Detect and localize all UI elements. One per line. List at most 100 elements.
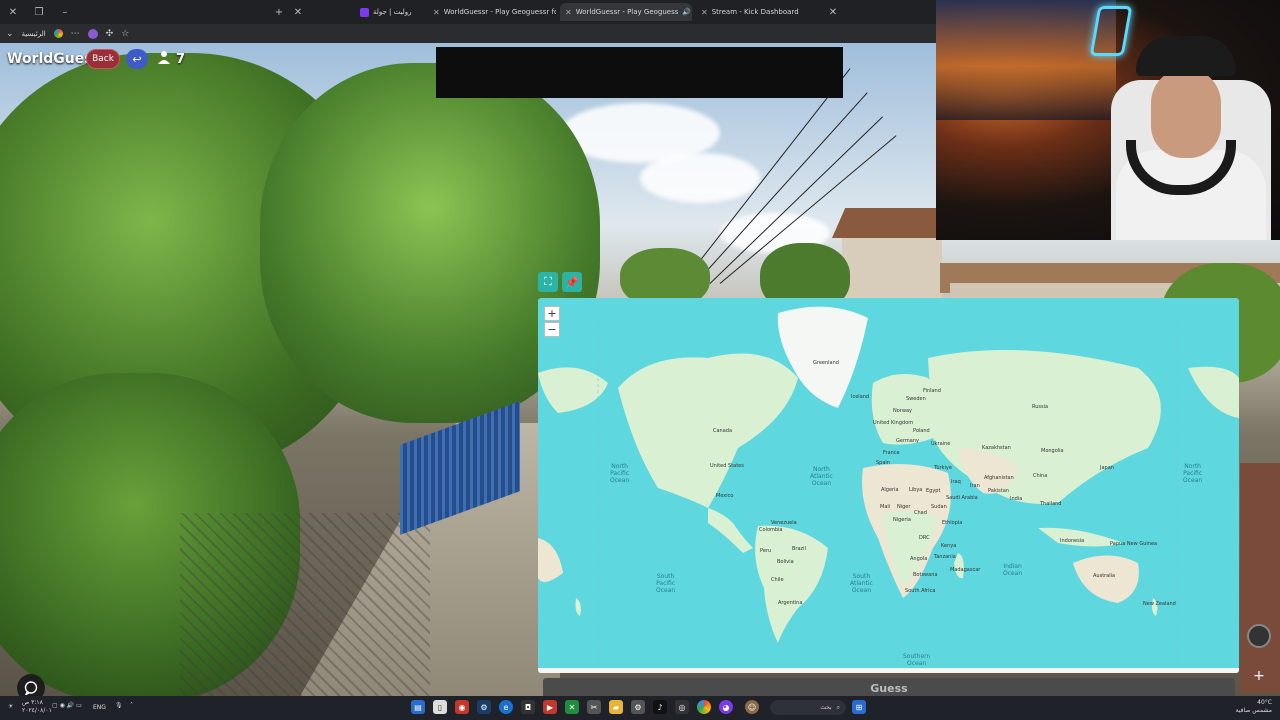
ocean-label-south-pacific: South Pacific Ocean (656, 573, 676, 594)
tiktok-icon[interactable]: ♪ (653, 700, 667, 714)
taskbar-search[interactable]: بحث ⌕ (770, 700, 846, 715)
tab-label: روليت | جولة (373, 8, 412, 16)
user-icon (157, 50, 171, 68)
widgets-icon[interactable]: ▤ (411, 700, 425, 714)
zoom-in-button[interactable]: + (544, 306, 560, 321)
map-label-turkiye: Türkiye (934, 465, 952, 471)
streamer-hat (1136, 36, 1236, 76)
copilot-icon[interactable]: ☺ (745, 700, 759, 714)
tab-favicon-icon (360, 7, 369, 17)
tray-icons[interactable]: ▢ ◉ 🔊 ▭ (52, 702, 82, 709)
map-label-sudan: Sudan (931, 504, 947, 510)
close-icon[interactable]: ✕ (433, 8, 440, 17)
map-label-ethiopia: Ethiopia (942, 520, 963, 526)
close-icon[interactable]: ✕ (285, 7, 311, 18)
map-label-kenya: Kenya (941, 543, 957, 549)
map-label-angola: Angola (910, 556, 928, 562)
fullscreen-icon[interactable]: ⛶ (538, 272, 558, 292)
close-icon[interactable]: ✕ (820, 7, 846, 18)
settings-icon[interactable]: ⚙ (631, 700, 645, 714)
star-icon[interactable]: ☆ (121, 29, 129, 39)
map-label-nigeria: Nigeria (893, 517, 911, 523)
back-button[interactable]: Back (86, 49, 120, 69)
avatar[interactable] (87, 28, 98, 39)
map-label-pakistan: Pakistan (988, 488, 1009, 494)
tab-kick-dashboard[interactable]: ✕ Stream - Kick Dashboard (696, 3, 826, 21)
map-label-germany: Germany (896, 438, 919, 444)
ocean-label-southern: Southern Ocean (903, 653, 931, 667)
map-label-finland: Finland (923, 388, 941, 394)
ocean-label-north-pacific-east: North Pacific Ocean (1183, 463, 1203, 484)
map-label-bolivia: Bolivia (777, 559, 794, 565)
webcam-feed (936, 0, 1280, 240)
microphone-icon[interactable]: 🎙 (115, 702, 123, 709)
zoom-out-button[interactable]: − (544, 322, 560, 337)
search-label: بحث (820, 704, 832, 711)
map-label-iceland: Iceland (851, 394, 870, 400)
record-app-icon[interactable]: ◉ (455, 700, 469, 714)
extensions-icon[interactable]: ✣ (106, 29, 114, 39)
snip-icon[interactable]: ✂ (587, 700, 601, 714)
close-icon[interactable]: ✕ (565, 8, 572, 17)
return-icon[interactable]: ↩ (126, 49, 148, 69)
map-label-venezuela: Venezuela (771, 520, 797, 526)
folder-icon[interactable]: ▰ (609, 700, 623, 714)
map-label-sweden: Sweden (906, 396, 926, 402)
file-icon[interactable]: ▯ (433, 700, 447, 714)
wall (1240, 463, 1280, 693)
map-label-mexico: Mexico (716, 493, 734, 499)
chevron-up-icon[interactable]: ˄ (130, 702, 133, 709)
map-label-south-africa: South Africa (905, 588, 936, 594)
discord-icon[interactable]: ◕ (719, 700, 733, 714)
tab-roulette[interactable]: روليت | جولة (355, 3, 427, 21)
redaction-box (436, 47, 843, 98)
map-label-tanzania: Tanzania (934, 554, 956, 560)
house (842, 238, 942, 298)
map-label-egypt: Egypt (926, 488, 941, 494)
media-app-icon[interactable]: ▶ (543, 700, 557, 714)
map-label-argentina: Argentina (778, 600, 803, 606)
minimize-window-icon[interactable]: – (52, 7, 78, 18)
more-icon[interactable]: ⋯ (71, 29, 80, 39)
map-label-algeria: Algeria (881, 487, 899, 493)
windows-start-icon[interactable]: ⊞ (852, 700, 866, 714)
map-label-mali: Mali (880, 504, 891, 510)
pin-icon[interactable]: 📌 (562, 272, 582, 292)
map-label-india: India (1010, 496, 1023, 502)
tab-worldguessr-1[interactable]: ✕ WorldGuessr - Play Geoguessr for (428, 3, 556, 21)
tab-worldguessr-2[interactable]: ✕ WorldGuessr - Play Geoguess 🔊 (560, 3, 692, 21)
restore-window-icon[interactable]: ❐ (26, 7, 52, 18)
map-label-canada: Canada (713, 428, 733, 434)
plus-icon[interactable]: + (1249, 668, 1269, 688)
background-poster (936, 0, 1116, 120)
obs-icon[interactable]: ◎ (675, 700, 689, 714)
map-label-spain: Spain (876, 460, 890, 466)
guess-map[interactable]: + − Greenland Iceland Norway Sweden Finl… (538, 298, 1239, 673)
weather-widget[interactable]: 40°C مشمس صافية (1226, 699, 1272, 715)
clock[interactable]: ٣:١٨ ص ٢٠٢٤/٠٨/٠١ (22, 699, 52, 715)
chevron-down-icon[interactable]: ⌄ (6, 29, 14, 39)
edge-icon[interactable]: e (499, 700, 513, 714)
guess-button[interactable]: Guess (543, 678, 1235, 696)
xbox-icon[interactable]: ✕ (565, 700, 579, 714)
weather-temp: 40°C (1257, 699, 1272, 706)
map-label-papua-new-guinea: Papua New Guinea (1110, 541, 1158, 547)
camera-app-icon[interactable]: ◘ (521, 700, 535, 714)
map-label-mongolia: Mongolia (1041, 448, 1064, 454)
close-icon[interactable]: ✕ (701, 8, 708, 17)
chrome-icon[interactable] (697, 700, 711, 714)
tab-label: Stream - Kick Dashboard (711, 8, 799, 16)
weather-icon[interactable]: ☀ (8, 703, 13, 710)
steam-icon[interactable]: ⚙ (477, 700, 491, 714)
map-label-afghanistan: Afghanistan (984, 475, 1014, 481)
map-label-colombia: Colombia (759, 527, 783, 533)
close-window-icon[interactable]: ✕ (0, 7, 26, 18)
clock-time: ٣:١٨ ص (22, 699, 43, 706)
map-label-madagascar: Madagascar (950, 567, 981, 573)
map-label-niger: Niger (897, 504, 911, 510)
map-label-kazakhstan: Kazakhstan (982, 445, 1011, 451)
language-indicator[interactable]: ENG (93, 704, 106, 711)
record-icon[interactable] (1247, 624, 1271, 648)
bookmark-home[interactable]: الرئيسية (22, 30, 46, 38)
chrome-icon (53, 29, 63, 38)
